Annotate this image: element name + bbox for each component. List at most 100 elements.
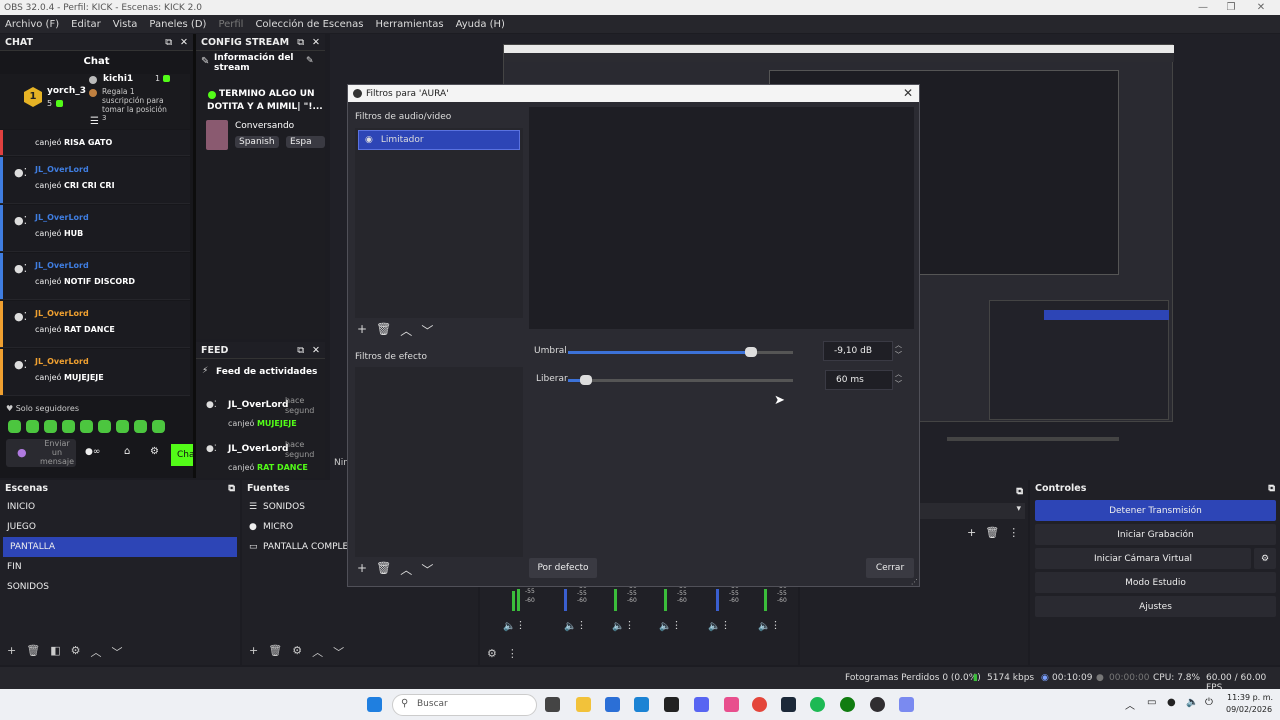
gear-icon[interactable]: ⚙ [150, 446, 159, 457]
emote-icon[interactable] [26, 420, 39, 433]
scene-item-selected[interactable]: PANTALLA [3, 537, 237, 557]
task-view-icon[interactable] [545, 697, 560, 712]
up-icon[interactable]: ︿ [312, 644, 323, 660]
users-icon[interactable]: ●∞ [85, 447, 100, 457]
release-input[interactable]: 60 ms [825, 370, 893, 390]
preview-scrollbar[interactable] [947, 437, 1119, 441]
gear-icon[interactable]: ⚙ [487, 647, 497, 660]
close-icon[interactable]: ✕ [180, 37, 188, 48]
emote-icon[interactable] [62, 420, 75, 433]
send-chat-button[interactable]: Chat [171, 444, 193, 466]
power-icon[interactable]: ⏻ [1205, 697, 1213, 708]
close-icon[interactable]: ✕ [312, 345, 320, 356]
add-icon[interactable]: + [249, 644, 258, 660]
add-icon[interactable]: + [967, 526, 976, 539]
emote-icon[interactable] [44, 420, 57, 433]
app-icon[interactable] [899, 697, 914, 712]
start-recording-button[interactable]: Iniciar Grabación [1035, 524, 1276, 545]
trash-icon[interactable]: 🗑 [268, 644, 282, 660]
spin-down-icon[interactable]: ﹀ [895, 350, 902, 360]
trash-icon[interactable]: 🗑 [985, 526, 999, 539]
volume-icon[interactable]: 🔈︙ [758, 617, 780, 632]
store-icon[interactable]: ⌂ [124, 446, 130, 457]
maximize-button[interactable]: ❐ [1218, 0, 1244, 15]
emote-icon[interactable] [80, 420, 93, 433]
slack-icon[interactable] [724, 697, 739, 712]
threshold-input[interactable]: -9,10 dB [823, 341, 893, 361]
menu-editar[interactable]: Editar [71, 19, 101, 30]
emote-icon[interactable] [134, 420, 147, 433]
volume-icon[interactable]: 🔈︙ [612, 617, 634, 632]
chrome-icon[interactable] [752, 697, 767, 712]
down-icon[interactable]: ﹀ [421, 561, 433, 578]
windows-start-icon[interactable] [367, 697, 382, 712]
obs-icon[interactable] [870, 697, 885, 712]
close-button[interactable]: Cerrar [866, 558, 914, 578]
file-explorer-icon[interactable] [576, 697, 591, 712]
clock-time[interactable]: 11:39 p. m. [1227, 693, 1273, 702]
emote-icon[interactable] [116, 420, 129, 433]
settings-button[interactable]: Ajustes [1035, 596, 1276, 617]
spin-down-icon[interactable]: ﹀ [895, 379, 902, 389]
down-icon[interactable]: ﹀ [333, 644, 344, 660]
add-icon[interactable]: + [357, 322, 367, 339]
discord-icon[interactable] [694, 697, 709, 712]
threshold-slider[interactable] [568, 347, 793, 357]
settings-icon[interactable]: ⚙ [71, 644, 81, 660]
emote-icon[interactable] [8, 420, 21, 433]
message-user[interactable]: JL_OverLord [35, 165, 89, 174]
edit-icon[interactable]: ✎ [306, 56, 314, 66]
scene-item[interactable]: SONIDOS [0, 577, 240, 597]
undock-icon[interactable]: ⧉ [228, 483, 235, 494]
close-icon[interactable]: ✕ [312, 37, 320, 48]
spin-up-icon[interactable]: ︿ [895, 369, 902, 379]
add-icon[interactable]: + [357, 561, 367, 578]
scene-item[interactable]: FIN [0, 557, 240, 577]
resize-grip-icon[interactable]: ⋰ [911, 578, 918, 586]
xbox-icon[interactable] [840, 697, 855, 712]
more-icon[interactable]: ⋮ [507, 647, 518, 660]
release-slider[interactable] [568, 375, 793, 385]
up-icon[interactable]: ︿ [400, 322, 412, 339]
menu-coleccion-escenas[interactable]: Colección de Escenas [255, 19, 363, 30]
spotify-icon[interactable] [810, 697, 825, 712]
add-icon[interactable]: + [7, 644, 16, 660]
collapse-icon[interactable]: ☰ [90, 116, 99, 127]
down-icon[interactable]: ﹀ [421, 322, 433, 339]
start-virtual-camera-button[interactable]: Iniciar Cámara Virtual [1035, 548, 1251, 569]
mail-icon[interactable] [634, 697, 649, 712]
scene-item[interactable]: INICIO [0, 497, 240, 517]
release-handle[interactable] [580, 375, 592, 385]
spin-up-icon[interactable]: ︿ [895, 340, 902, 350]
more-icon[interactable]: ⋮ [1008, 526, 1019, 539]
undock-icon[interactable]: ⧉ [1016, 486, 1023, 497]
volume-icon[interactable]: 🔈 [1186, 697, 1198, 708]
message-user[interactable]: JL_OverLord [35, 309, 89, 318]
defaults-button[interactable]: Por defecto [529, 558, 597, 578]
mic-icon[interactable]: ● [1167, 697, 1176, 708]
transition-select[interactable]: ▾ [920, 503, 1025, 519]
minimize-button[interactable]: — [1190, 0, 1216, 15]
menu-perfil[interactable]: Perfil [218, 19, 243, 30]
store-app-icon[interactable] [605, 697, 620, 712]
eye-icon[interactable]: ◉ [365, 135, 373, 145]
close-window-button[interactable]: ✕ [1248, 0, 1274, 15]
steam-icon[interactable] [781, 697, 796, 712]
scene-item[interactable]: JUEGO [0, 517, 240, 537]
up-icon[interactable]: ︿ [400, 561, 412, 578]
menu-archivo[interactable]: Archivo (F) [5, 19, 59, 30]
filter-item-selected[interactable]: ◉ Limitador [358, 130, 520, 150]
chevron-up-icon[interactable]: ︿ [1125, 697, 1135, 712]
app-icon[interactable] [664, 697, 679, 712]
undock-icon[interactable]: ⧉ [165, 37, 172, 48]
message-user[interactable]: JL_OverLord [35, 357, 89, 366]
down-icon[interactable]: ﹀ [111, 644, 122, 660]
clock-date[interactable]: 09/02/2026 [1226, 705, 1272, 714]
gear-icon[interactable]: ⚙ [1254, 548, 1276, 569]
stop-stream-button[interactable]: Detener Transmisión [1035, 500, 1276, 521]
network-icon[interactable]: ▭ [1147, 697, 1156, 708]
up-icon[interactable]: ︿ [90, 644, 101, 660]
volume-icon[interactable]: 🔈︙ [659, 617, 681, 632]
trash-icon[interactable]: 🗑 [26, 644, 40, 660]
menu-ayuda[interactable]: Ayuda (H) [456, 19, 505, 30]
